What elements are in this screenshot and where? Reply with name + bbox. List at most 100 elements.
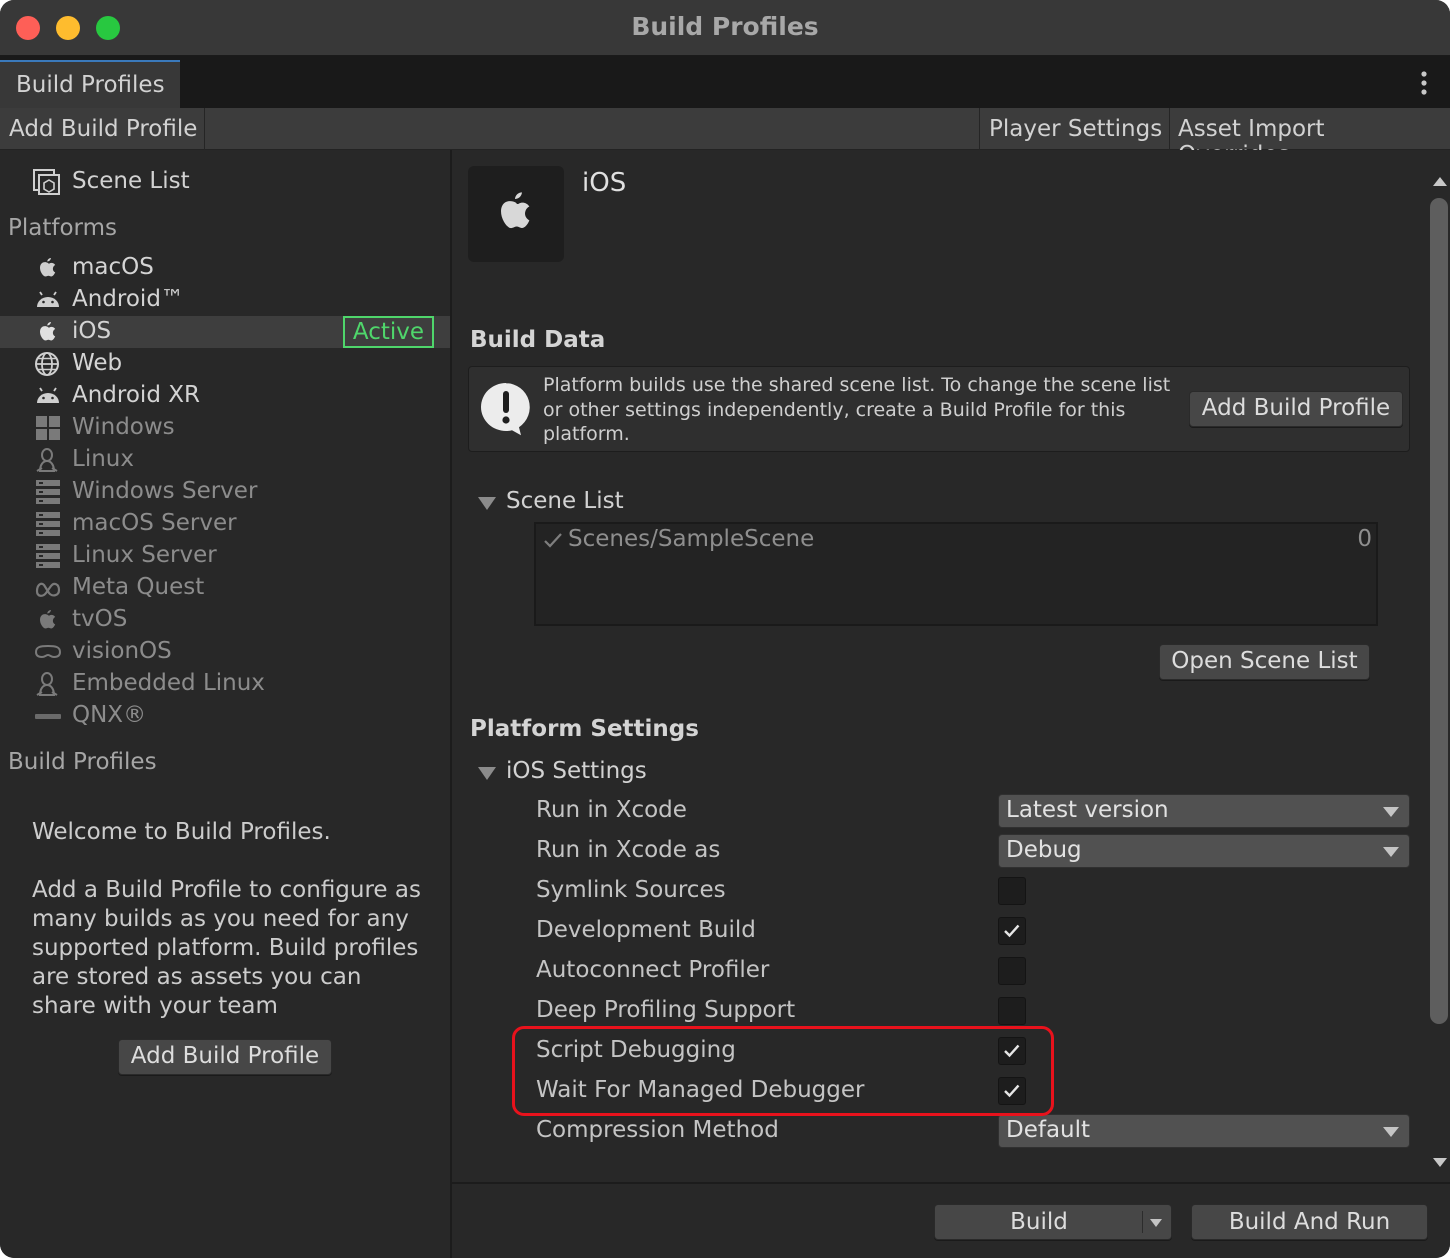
scene-row[interactable]: Scenes/SampleScene 0 <box>540 526 1372 556</box>
platform-label: QNX® <box>72 702 147 728</box>
helpbox-add-build-profile-button[interactable]: Add Build Profile <box>1189 391 1403 427</box>
sidebar-item-meta-quest[interactable]: Meta Quest <box>0 572 450 604</box>
apple-icon <box>34 319 62 345</box>
active-badge: Active <box>343 316 434 348</box>
scene-list-box: Scenes/SampleScene 0 <box>534 522 1378 626</box>
tab-strip: Build Profiles <box>0 56 1450 108</box>
setting-run-in-xcode: Run in Xcode Latest version <box>536 794 1410 828</box>
scene-enabled-checkbox[interactable] <box>542 530 564 556</box>
build-and-run-button[interactable]: Build And Run <box>1191 1204 1428 1240</box>
warning-icon <box>479 381 533 441</box>
setting-label: Compression Method <box>536 1117 779 1143</box>
build-split-button[interactable]: Build <box>934 1204 1172 1240</box>
scene-list-icon <box>32 168 62 202</box>
foldout-label: iOS Settings <box>506 758 647 784</box>
welcome-title: Welcome to Build Profiles. <box>32 819 331 845</box>
sidebar-item-tvos[interactable]: tvOS <box>0 604 450 636</box>
setting-label: Autoconnect Profiler <box>536 957 770 983</box>
development-build-checkbox[interactable] <box>998 917 1026 945</box>
vision-pro-icon <box>34 639 62 665</box>
scroll-down-arrow-icon[interactable] <box>1432 1157 1448 1169</box>
sidebar-item-macos-server[interactable]: macOS Server <box>0 508 450 540</box>
more-options-icon[interactable] <box>1420 70 1428 96</box>
help-message: Platform builds use the shared scene lis… <box>543 374 1171 445</box>
setting-deep-profiling-support: Deep Profiling Support <box>536 994 1410 1028</box>
setting-compression-method: Compression Method Default <box>536 1114 1410 1148</box>
deep-profiling-support-checkbox[interactable] <box>998 997 1026 1025</box>
info-help-box: Platform builds use the shared scene lis… <box>468 366 1410 452</box>
linux-penguin-icon <box>34 447 62 473</box>
sidebar-item-macos[interactable]: macOS <box>0 252 450 284</box>
chevron-down-icon[interactable] <box>1149 1218 1163 1228</box>
symlink-sources-checkbox[interactable] <box>998 877 1026 905</box>
sidebar-item-web[interactable]: Web <box>0 348 450 380</box>
setting-label: Deep Profiling Support <box>536 997 796 1023</box>
sidebar-item-ios[interactable]: iOS Active <box>0 316 450 348</box>
build-actions-bar: Build Build And Run <box>452 1182 1450 1258</box>
android-icon <box>34 383 62 409</box>
scene-list-label: Scene List <box>72 168 190 194</box>
setting-label: Run in Xcode as <box>536 837 721 863</box>
run-in-xcode-dropdown[interactable]: Latest version <box>998 794 1410 828</box>
qnx-logo-icon <box>34 703 62 729</box>
server-icon <box>34 543 62 569</box>
setting-autoconnect-profiler: Autoconnect Profiler <box>536 954 1410 988</box>
sidebar-item-windows-server[interactable]: Windows Server <box>0 476 450 508</box>
foldout-label: Scene List <box>506 488 624 514</box>
setting-label: Symlink Sources <box>536 877 726 903</box>
welcome-panel: Welcome to Build Profiles. Add a Build P… <box>32 818 432 1021</box>
apple-icon <box>34 607 62 633</box>
highlight-annotation <box>512 1026 1054 1116</box>
toolbar: Add Build Profile Player Settings Asset … <box>0 108 1450 168</box>
sidebar-item-qnx[interactable]: QNX® <box>0 700 450 732</box>
setting-development-build: Development Build <box>536 914 1410 948</box>
foldout-expanded-icon <box>478 767 496 780</box>
chevron-down-icon <box>1383 807 1399 817</box>
server-icon <box>34 511 62 537</box>
platform-label: Android™ <box>72 286 184 312</box>
toolbar-add-build-profile-button[interactable]: Add Build Profile <box>0 108 206 150</box>
platform-label: macOS Server <box>72 510 237 536</box>
chevron-down-icon <box>1383 847 1399 857</box>
compression-method-dropdown[interactable]: Default <box>998 1114 1410 1148</box>
windows-icon <box>34 415 62 441</box>
sidebar-item-visionos[interactable]: visionOS <box>0 636 450 668</box>
build-profiles-header: Build Profiles <box>8 749 157 775</box>
platform-label: tvOS <box>72 606 128 632</box>
apple-icon <box>34 255 62 281</box>
globe-icon <box>34 351 62 377</box>
asset-import-overrides-button[interactable]: Asset Import Overrides <box>1169 108 1450 168</box>
platform-icon-tile <box>468 166 564 262</box>
sidebar-add-build-profile-button[interactable]: Add Build Profile <box>118 1039 332 1075</box>
sidebar-item-linux-server[interactable]: Linux Server <box>0 540 450 572</box>
sidebar-item-embedded-linux[interactable]: Embedded Linux <box>0 668 450 700</box>
build-profiles-window: Build Profiles Build Profiles Add Build … <box>0 0 1450 1258</box>
tab-build-profiles[interactable]: Build Profiles <box>0 60 180 108</box>
scroll-up-arrow-icon[interactable] <box>1432 175 1448 187</box>
platform-label: macOS <box>72 254 154 280</box>
run-in-xcode-as-dropdown[interactable]: Debug <box>998 834 1410 868</box>
toolbar-divider <box>204 108 205 150</box>
window-title: Build Profiles <box>631 12 819 41</box>
platform-label: Windows <box>72 414 175 440</box>
welcome-body: Add a Build Profile to configure as many… <box>32 877 421 1019</box>
scene-name: Scenes/SampleScene <box>568 526 815 552</box>
open-scene-list-button[interactable]: Open Scene List <box>1159 644 1370 680</box>
title-bar: Build Profiles <box>0 0 1450 56</box>
android-icon <box>34 287 62 313</box>
sidebar-item-linux[interactable]: Linux <box>0 444 450 476</box>
platforms-header: Platforms <box>8 215 117 241</box>
build-button-label[interactable]: Build <box>935 1205 1143 1239</box>
sidebar-item-android[interactable]: Android™ <box>0 284 450 316</box>
sidebar-item-windows[interactable]: Windows <box>0 412 450 444</box>
platform-label: Meta Quest <box>72 574 205 600</box>
meta-infinity-icon <box>34 575 62 601</box>
platforms-sidebar: Scene List Platforms macOS Android™ iOS … <box>0 150 450 1258</box>
chevron-down-icon <box>1383 1127 1399 1137</box>
dropdown-value: Default <box>1006 1117 1091 1143</box>
scrollbar-thumb[interactable] <box>1430 198 1448 1024</box>
player-settings-button[interactable]: Player Settings <box>980 108 1171 150</box>
sidebar-item-android-xr[interactable]: Android XR <box>0 380 450 412</box>
dropdown-value: Latest version <box>1006 797 1169 823</box>
autoconnect-profiler-checkbox[interactable] <box>998 957 1026 985</box>
